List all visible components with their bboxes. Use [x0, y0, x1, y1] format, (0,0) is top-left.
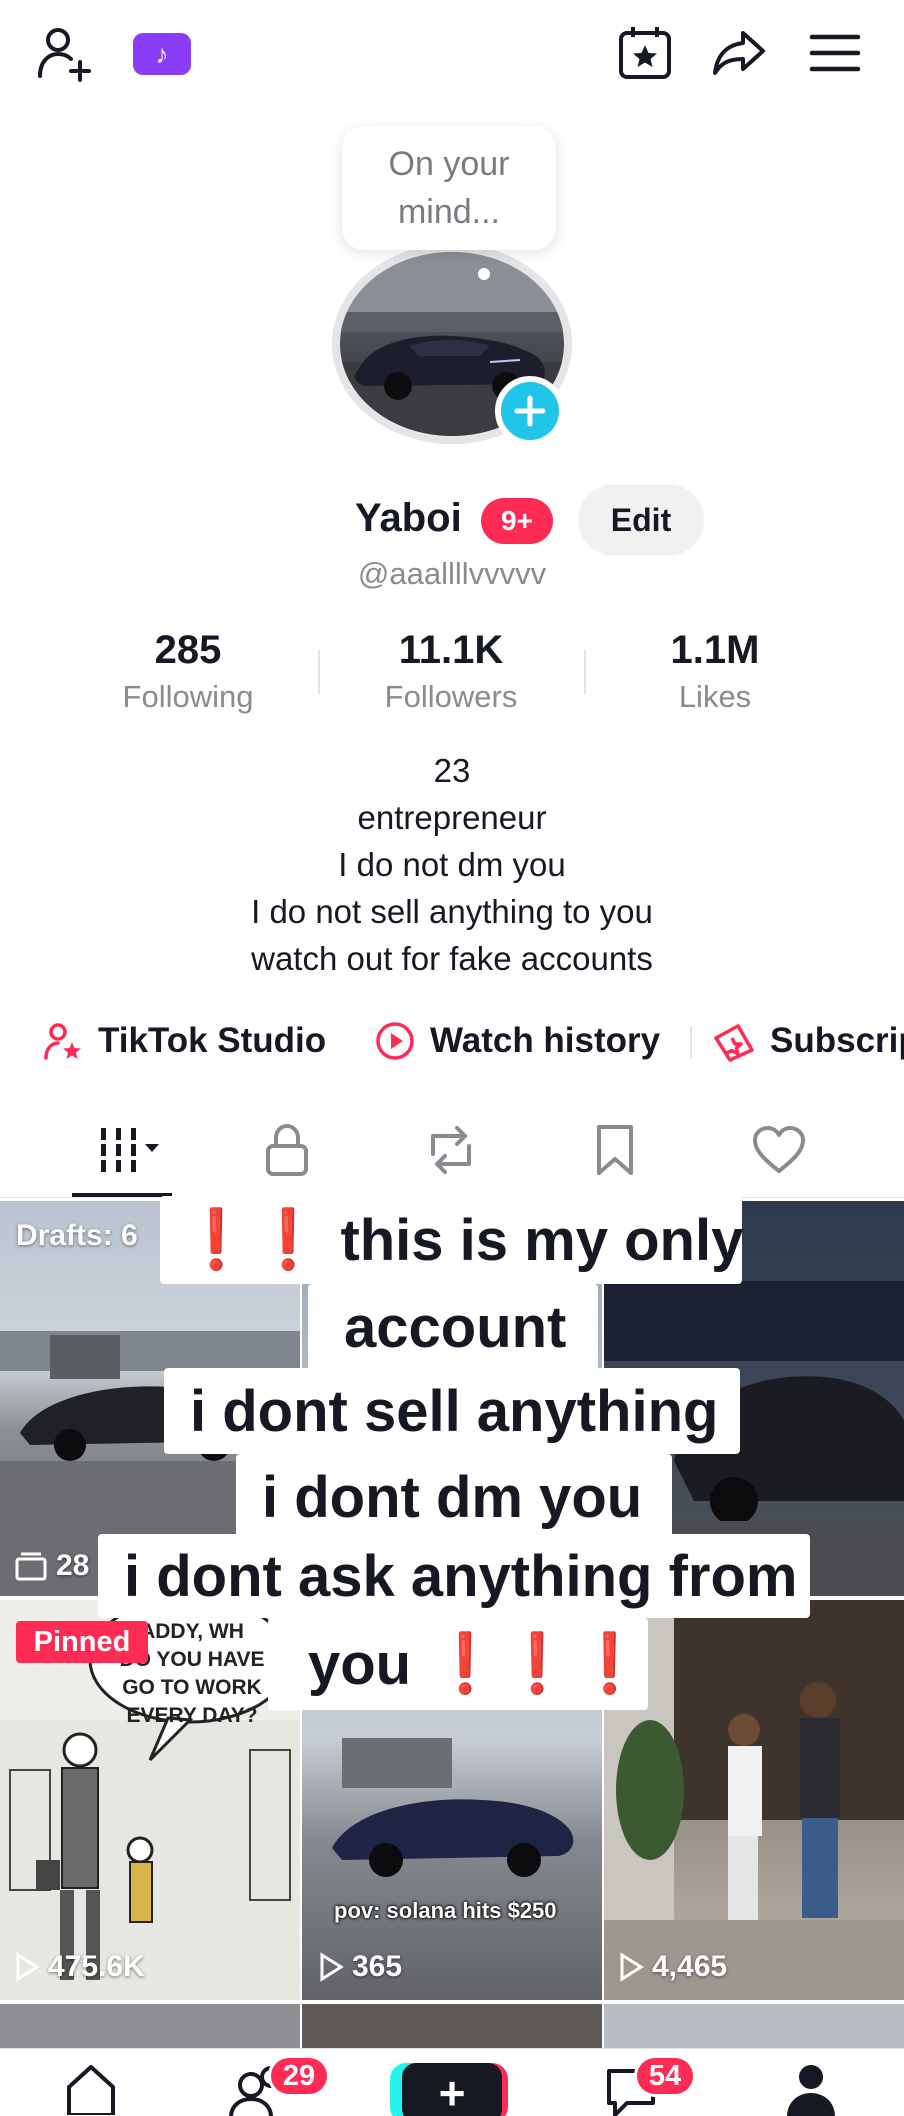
overlay-line-6: you ❗❗❗ — [268, 1618, 648, 1710]
display-name: Yaboi — [355, 496, 462, 540]
drafts-count-row: 28 — [14, 1549, 89, 1583]
drafts-stack-icon — [15, 1552, 47, 1581]
overlay-text: you — [308, 1631, 412, 1697]
overlay-text: this is my only — [340, 1207, 744, 1273]
home-icon[interactable] — [56, 2061, 126, 2116]
overlay-text: i dont sell anything — [190, 1378, 719, 1444]
stat-label: Following — [122, 679, 254, 714]
note-bubble[interactable]: On your mind... — [342, 126, 556, 250]
videos-grid-icon[interactable] — [84, 1115, 174, 1185]
view-count-value: 4,465 — [652, 1950, 728, 1983]
stat-likes[interactable]: 1.1M Likes — [605, 628, 825, 715]
view-count: 365 — [318, 1950, 402, 1984]
stat-label: Likes — [678, 679, 752, 714]
play-icon — [16, 1952, 40, 1982]
add-story-button[interactable] — [495, 376, 565, 446]
exclamation-icon: ❗❗ — [180, 1207, 325, 1272]
tiktok-studio-link[interactable]: TikTok Studio — [42, 1016, 326, 1066]
view-count: 4,465 — [618, 1950, 727, 1984]
bookmark-icon[interactable] — [580, 1115, 650, 1185]
overlay-line-3: i dont sell anything — [164, 1368, 740, 1454]
play-icon — [320, 1952, 344, 1982]
create-plus-label: + — [402, 2063, 502, 2116]
tiktok-note-glyph: ♪ — [155, 38, 169, 69]
stat-value: 11.1K — [398, 628, 504, 672]
video-tile[interactable] — [604, 2004, 904, 2048]
subscription-link[interactable]: Subscrip — [712, 1016, 904, 1066]
exclamation-icon: ❗❗❗ — [429, 1631, 646, 1696]
bottom-nav: 29 + 54 — [0, 2048, 904, 2116]
calendar-star-icon[interactable] — [612, 20, 678, 86]
bubble-dot — [478, 268, 490, 280]
friends-badge: 29 — [268, 2055, 330, 2097]
share-icon[interactable] — [706, 20, 772, 86]
quick-link-label: Watch history — [430, 1021, 661, 1060]
view-count: 475.6K — [14, 1950, 145, 1984]
stat-value: 1.1M — [670, 628, 760, 672]
bio-line: 23 — [433, 752, 471, 789]
drafts-label: Drafts: 6 — [16, 1219, 138, 1252]
bio-line: I do not sell anything to you — [251, 893, 653, 930]
watch-history-link[interactable]: Watch history — [374, 1016, 660, 1066]
menu-icon[interactable] — [802, 20, 868, 86]
quick-link-label: TikTok Studio — [98, 1021, 327, 1060]
bio-line: watch out for fake accounts — [251, 940, 653, 977]
stat-value: 285 — [154, 628, 222, 672]
studio-user-icon — [44, 1023, 81, 1060]
stat-label: Followers — [384, 679, 518, 714]
inbox-badge: 54 — [634, 2055, 696, 2097]
overlay-line-1: ❗❗ this is my only — [160, 1196, 744, 1284]
overlay-text: i dont ask anything from — [124, 1543, 798, 1609]
play-circle-icon — [376, 1022, 414, 1060]
overlay-line-4: i dont dm you — [236, 1454, 672, 1540]
play-icon — [620, 1952, 644, 1982]
repost-icon[interactable] — [416, 1115, 486, 1185]
pinned-badge: Pinned — [16, 1621, 148, 1663]
video-tile[interactable] — [0, 2004, 300, 2048]
profile-tabs — [0, 1115, 904, 1185]
stat-followers[interactable]: 11.1K Followers — [341, 628, 561, 715]
stat-divider — [584, 650, 586, 694]
video-caption: pov: solana hits $250 — [334, 1898, 557, 1923]
overlay-text: account — [344, 1294, 567, 1360]
subscription-icon — [714, 1024, 754, 1062]
drafts-count: 28 — [56, 1549, 90, 1582]
edit-profile-button[interactable]: Edit — [578, 484, 704, 556]
bio-line: I do not dm you — [338, 846, 566, 883]
bio-line: entrepreneur — [357, 799, 547, 836]
profile-handle: @aaallllvvvvv — [357, 556, 547, 591]
create-button[interactable]: + — [390, 2063, 508, 2116]
view-count-value: 475.6K — [48, 1950, 145, 1983]
quick-link-label: Subscrip — [770, 1021, 904, 1060]
note-bubble-text: On your mind... — [388, 145, 510, 231]
add-friend-icon[interactable] — [30, 18, 100, 88]
overlay-line-2: account — [308, 1284, 598, 1370]
profile-icon[interactable] — [776, 2061, 846, 2116]
view-count-value: 365 — [352, 1950, 403, 1983]
overlay-text: i dont dm you — [262, 1464, 643, 1530]
video-tile[interactable]: 4,465 — [604, 1600, 904, 2000]
stat-divider — [318, 650, 320, 694]
lock-icon[interactable] — [252, 1115, 322, 1185]
video-tile[interactable] — [302, 2004, 602, 2048]
notification-badge[interactable]: 9+ — [481, 498, 553, 544]
heart-icon[interactable] — [744, 1115, 814, 1185]
quick-link-divider — [690, 1026, 692, 1058]
stat-following[interactable]: 285 Following — [78, 628, 298, 715]
overlay-line-5: i dont ask anything from — [98, 1534, 810, 1618]
tiktok-badge-icon[interactable]: ♪ — [133, 33, 191, 75]
